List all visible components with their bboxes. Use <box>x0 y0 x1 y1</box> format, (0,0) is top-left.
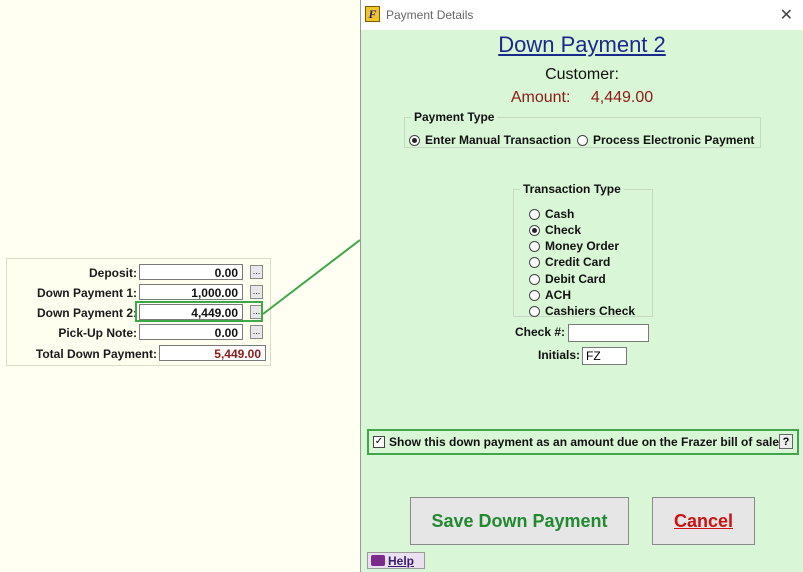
radio-money-order[interactable]: Money Order <box>529 239 619 253</box>
initials-input[interactable] <box>582 347 627 365</box>
help-question-button[interactable]: ? <box>779 434 793 449</box>
show-amount-due-highlight: ✓ Show this down payment as an amount du… <box>367 429 799 455</box>
debit-card-label: Debit Card <box>545 272 606 286</box>
amount-line: Amount: 4,449.00 <box>361 89 803 107</box>
page-title: Down Payment 2 <box>498 32 666 57</box>
save-down-payment-button[interactable]: Save Down Payment <box>410 497 629 545</box>
radio-cashiers-check[interactable]: Cashiers Check <box>529 304 635 318</box>
radio-ach[interactable]: ACH <box>529 288 571 302</box>
cancel-label: Cancel <box>673 511 734 531</box>
money-order-label: Money Order <box>545 239 620 253</box>
transaction-type-legend: Transaction Type <box>523 182 621 196</box>
check-number-label: Check #: <box>514 325 565 339</box>
radio-electronic-payment[interactable]: Process Electronic Payment <box>577 133 754 147</box>
radio-manual-transaction[interactable]: Enter Manual Transaction <box>409 133 571 147</box>
ach-label: ACH <box>545 288 571 302</box>
radio-debit-card[interactable]: Debit Card <box>529 272 606 286</box>
amount-label: Amount: <box>510 89 571 106</box>
radio-check[interactable]: Check <box>529 223 581 237</box>
payment-type-legend: Payment Type <box>414 110 495 124</box>
dialog-title: Payment Details <box>386 8 474 22</box>
payment-type-group: Payment Type Enter Manual Transaction Pr… <box>404 110 761 148</box>
electronic-payment-label: Process Electronic Payment <box>593 133 755 147</box>
radio-unselected-icon <box>529 290 540 301</box>
help-label: Help <box>388 554 415 568</box>
radio-unselected-icon <box>529 274 540 285</box>
frazer-app-icon: F <box>365 6 380 22</box>
radio-selected-icon <box>529 225 540 236</box>
check-number-input[interactable] <box>568 324 649 342</box>
close-icon[interactable]: ✕ <box>780 5 793 25</box>
show-amount-due-checkbox[interactable]: ✓ <box>373 436 385 448</box>
credit-card-label: Credit Card <box>545 255 611 269</box>
initials-label: Initials: <box>537 348 580 362</box>
transaction-type-group: Transaction Type Cash Check Money Order … <box>513 182 653 318</box>
radio-selected-icon <box>409 135 420 146</box>
help-button[interactable]: Help <box>367 552 425 569</box>
cash-label: Cash <box>545 207 575 221</box>
radio-unselected-icon <box>577 135 588 146</box>
check-label: Check <box>545 223 582 237</box>
customer-label: Customer: <box>545 66 619 83</box>
payment-details-dialog: F Payment Details ✕ Down Payment 2 Custo… <box>360 0 803 572</box>
cancel-button[interactable]: Cancel <box>652 497 755 545</box>
help-book-icon <box>371 555 385 566</box>
cashiers-check-label: Cashiers Check <box>545 304 636 318</box>
radio-unselected-icon <box>529 241 540 252</box>
radio-unselected-icon <box>529 257 540 268</box>
radio-credit-card[interactable]: Credit Card <box>529 255 610 269</box>
manual-transaction-label: Enter Manual Transaction <box>425 133 572 147</box>
radio-unselected-icon <box>529 306 540 317</box>
radio-unselected-icon <box>529 209 540 220</box>
dialog-titlebar: F Payment Details ✕ <box>361 0 803 30</box>
radio-cash[interactable]: Cash <box>529 207 574 221</box>
amount-value: 4,449.00 <box>590 89 654 106</box>
show-amount-due-label: Show this down payment as an amount due … <box>389 435 783 449</box>
